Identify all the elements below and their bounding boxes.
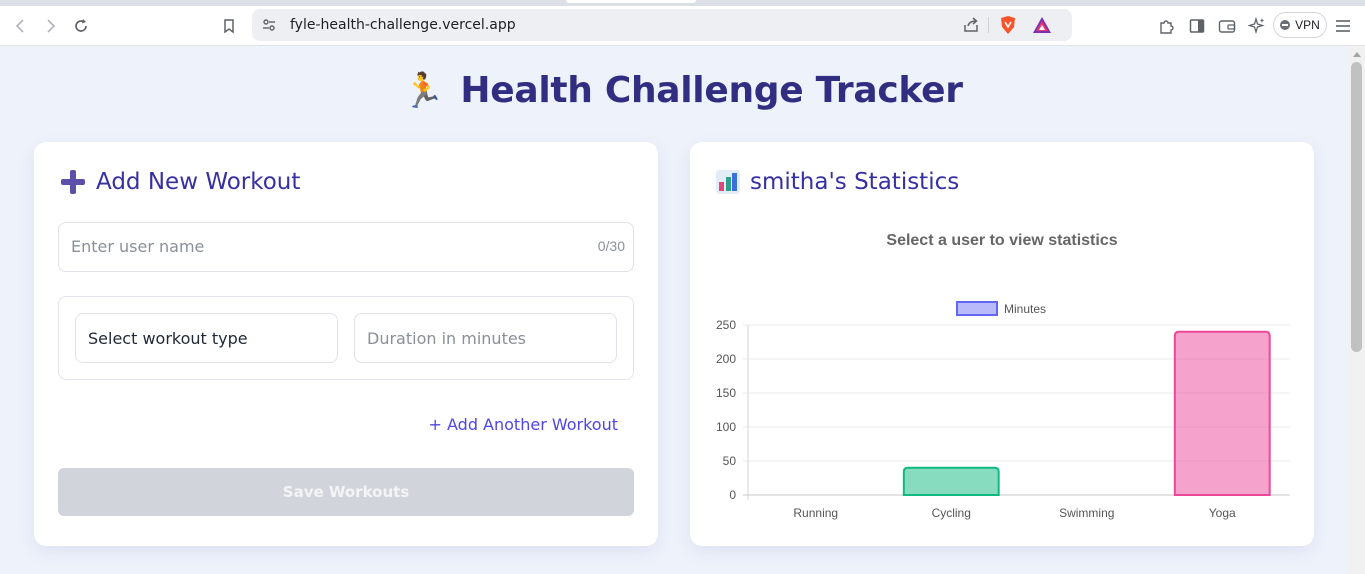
username-input[interactable] bbox=[71, 237, 571, 256]
page-scrollbar[interactable] bbox=[1348, 46, 1365, 574]
bar-chart-icon bbox=[716, 170, 740, 194]
leo-ai-icon[interactable] bbox=[1245, 14, 1269, 38]
x-tick-label: Swimming bbox=[1059, 506, 1114, 520]
menu-icon[interactable] bbox=[1331, 14, 1355, 38]
duration-field[interactable] bbox=[354, 313, 617, 363]
vpn-status-icon bbox=[1280, 20, 1291, 30]
page-title: 🏃 Health Challenge Tracker bbox=[0, 70, 1365, 111]
y-tick-label: 200 bbox=[716, 352, 736, 366]
duration-input[interactable] bbox=[367, 329, 597, 348]
username-field[interactable]: 0/30 bbox=[58, 222, 634, 272]
username-char-counter: 0/30 bbox=[597, 238, 625, 254]
runner-icon: 🏃 bbox=[402, 71, 445, 111]
vpn-button[interactable]: VPN bbox=[1273, 12, 1327, 38]
browser-toolbar: fyle-health-challenge.vercel.app VPN bbox=[0, 6, 1365, 46]
legend-swatch bbox=[956, 301, 998, 316]
statistics-heading: smitha's Statistics bbox=[716, 169, 959, 195]
sidebar-icon[interactable] bbox=[1185, 14, 1209, 38]
site-settings-icon[interactable] bbox=[257, 13, 281, 37]
y-tick-label: 0 bbox=[729, 488, 736, 502]
plus-icon bbox=[60, 169, 86, 195]
extensions-icon[interactable] bbox=[1155, 14, 1179, 38]
wallet-icon[interactable] bbox=[1215, 14, 1239, 38]
workout-entry-group: Select workout type bbox=[58, 296, 634, 380]
address-bar[interactable]: fyle-health-challenge.vercel.app bbox=[252, 9, 1072, 41]
scroll-up-arrow[interactable] bbox=[1353, 52, 1361, 57]
y-tick-label: 50 bbox=[723, 454, 737, 468]
add-workout-card: Add New Workout 0/30 Select workout type… bbox=[34, 142, 658, 546]
y-tick-label: 150 bbox=[716, 386, 736, 400]
statistics-card: smitha's Statistics Select a user to vie… bbox=[690, 142, 1314, 546]
legend-label: Minutes bbox=[1004, 302, 1046, 316]
workout-minutes-chart: Minutes 0 50 100 150 200 250 Running Cycling Swi… bbox=[716, 301, 1290, 520]
bar-yoga bbox=[1173, 330, 1271, 496]
forward-icon[interactable] bbox=[38, 14, 62, 38]
brave-shield-icon[interactable] bbox=[996, 13, 1020, 37]
y-tick-label: 100 bbox=[716, 420, 736, 434]
x-tick-label: Cycling bbox=[932, 506, 971, 520]
active-tab-indicator bbox=[566, 0, 696, 3]
back-icon[interactable] bbox=[9, 14, 33, 38]
brave-rewards-icon[interactable] bbox=[1030, 13, 1054, 37]
save-workouts-button[interactable]: Save Workouts bbox=[58, 468, 634, 516]
y-tick-label: 250 bbox=[716, 318, 736, 332]
url-text[interactable]: fyle-health-challenge.vercel.app bbox=[290, 17, 516, 33]
share-icon[interactable] bbox=[959, 13, 983, 37]
page-title-text: Health Challenge Tracker bbox=[460, 70, 963, 111]
add-workout-heading-text: Add New Workout bbox=[96, 169, 301, 195]
bar-cycling bbox=[902, 466, 1000, 496]
add-another-workout-button[interactable]: + Add Another Workout bbox=[429, 415, 619, 434]
vpn-label: VPN bbox=[1295, 18, 1320, 32]
reload-icon[interactable] bbox=[69, 14, 93, 38]
statistics-heading-text: smitha's Statistics bbox=[750, 169, 960, 195]
workout-type-select[interactable]: Select workout type bbox=[75, 313, 338, 363]
add-workout-heading: Add New Workout bbox=[60, 169, 300, 195]
x-tick-label: Yoga bbox=[1209, 506, 1236, 520]
chart-title: Select a user to view statistics bbox=[886, 232, 1118, 249]
bookmark-icon[interactable] bbox=[217, 14, 241, 38]
x-tick-label: Running bbox=[793, 506, 838, 520]
